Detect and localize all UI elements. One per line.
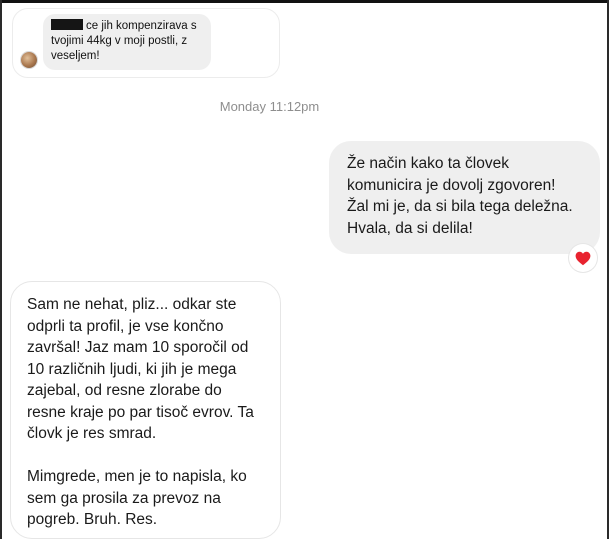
heart-reaction[interactable] xyxy=(569,244,597,272)
outgoing-message-text: Že način kako ta človek komunicira je do… xyxy=(347,155,573,237)
incoming-message-paragraph-1: Sam ne nehat, pliz... odkar ste odprli t… xyxy=(27,296,254,442)
quoted-message-bubble[interactable]: ce jih kompenzirava s tvojimi 44kg v moj… xyxy=(43,14,211,70)
heart-icon xyxy=(575,251,591,266)
redacted-name-block xyxy=(51,19,83,30)
window-left-edge xyxy=(0,0,2,539)
incoming-message-paragraph-2: Mimgrede, men je to napisla, ko sem ga p… xyxy=(27,468,247,528)
window-top-edge xyxy=(0,0,609,3)
incoming-message-bubble[interactable]: Sam ne nehat, pliz... odkar ste odprli t… xyxy=(10,281,281,539)
outgoing-message-bubble[interactable]: Že način kako ta človek komunicira je do… xyxy=(329,141,600,254)
avatar[interactable] xyxy=(21,52,37,68)
message-timestamp: Monday 11:12pm xyxy=(219,99,320,114)
